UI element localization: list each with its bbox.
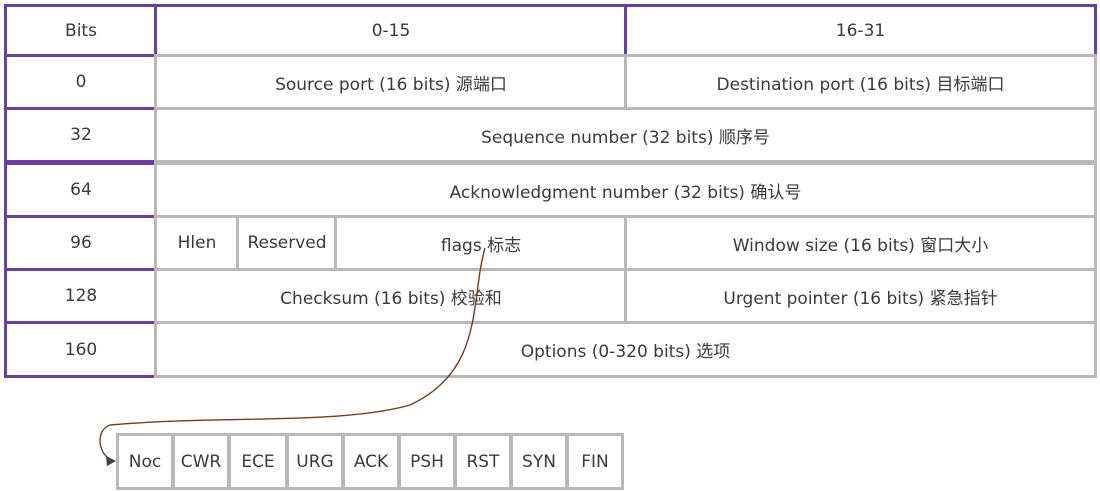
field-sequence-number: Sequence number (32 bits) 顺序号	[154, 107, 1097, 163]
row-offset-0: 0	[4, 54, 158, 110]
flag-cwr: CWR	[172, 433, 230, 490]
row-offset-160: 160	[4, 321, 158, 378]
field-acknowledgment-number: Acknowledgment number (32 bits) 确认号	[154, 162, 1097, 218]
header-bits: Bits	[4, 4, 158, 57]
row-offset-96: 96	[4, 215, 158, 271]
field-reserved: Reserved	[236, 215, 338, 271]
header-bits-16-31: 16-31	[624, 4, 1097, 57]
field-window-size: Window size (16 bits) 窗口大小	[624, 215, 1097, 271]
field-urgent-pointer: Urgent pointer (16 bits) 紧急指针	[624, 268, 1097, 324]
flag-rst: RST	[454, 433, 512, 490]
field-destination-port: Destination port (16 bits) 目标端口	[624, 54, 1097, 110]
field-hlen: Hlen	[154, 215, 240, 271]
field-options: Options (0-320 bits) 选项	[154, 321, 1097, 378]
flag-psh: PSH	[398, 433, 456, 490]
flag-syn: SYN	[510, 433, 568, 490]
header-bits-0-15: 0-15	[154, 4, 628, 57]
flag-urg: URG	[286, 433, 344, 490]
field-flags: flags 标志	[334, 215, 628, 271]
field-checksum: Checksum (16 bits) 校验和	[154, 268, 628, 324]
field-source-port: Source port (16 bits) 源端口	[154, 54, 628, 110]
row-offset-128: 128	[4, 268, 158, 324]
flag-ack: ACK	[342, 433, 400, 490]
flag-noc: Noc	[116, 433, 174, 490]
connector-arrowhead	[106, 456, 116, 466]
flag-ece: ECE	[228, 433, 288, 490]
row-offset-32: 32	[4, 107, 158, 163]
flag-fin: FIN	[566, 433, 624, 490]
row-offset-64: 64	[4, 162, 158, 218]
